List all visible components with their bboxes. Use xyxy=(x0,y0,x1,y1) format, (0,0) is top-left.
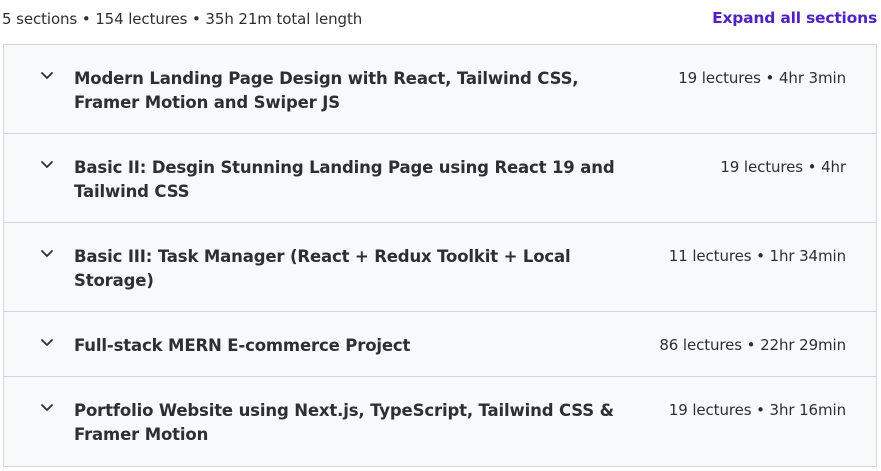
section-title: Modern Landing Page Design with React, T… xyxy=(74,69,579,112)
section-title: Basic III: Task Manager (React + Redux T… xyxy=(74,247,571,290)
chevron-down-icon xyxy=(41,161,53,168)
section-meta: 11 lectures • 1hr 34min xyxy=(668,247,846,265)
chevron-down-icon xyxy=(41,404,53,411)
curriculum-summary-text: 5 sections • 154 lectures • 35h 21m tota… xyxy=(2,10,363,28)
chevron-down-icon xyxy=(41,339,53,346)
section-header[interactable]: Basic II: Desgin Stunning Landing Page u… xyxy=(4,134,876,223)
expand-all-sections-button[interactable]: Expand all sections xyxy=(712,9,877,27)
curriculum-section-list: Modern Landing Page Design with React, T… xyxy=(3,44,877,467)
curriculum-summary-bar: 5 sections • 154 lectures • 35h 21m tota… xyxy=(0,0,881,44)
section-meta: 19 lectures • 4hr 3min xyxy=(678,69,846,87)
section-header[interactable]: Portfolio Website using Next.js, TypeScr… xyxy=(4,377,876,466)
chevron-down-icon xyxy=(41,72,53,79)
section-title: Full-stack MERN E-commerce Project xyxy=(74,336,411,355)
section-meta: 19 lectures • 3hr 16min xyxy=(668,401,846,419)
section-meta: 86 lectures • 22hr 29min xyxy=(659,336,846,354)
section-header[interactable]: Basic III: Task Manager (React + Redux T… xyxy=(4,223,876,312)
section-title: Portfolio Website using Next.js, TypeScr… xyxy=(74,401,614,444)
section-meta: 19 lectures • 4hr xyxy=(720,158,846,176)
section-header[interactable]: Full-stack MERN E-commerce Project 86 le… xyxy=(4,312,876,377)
chevron-down-icon xyxy=(41,250,53,257)
section-header[interactable]: Modern Landing Page Design with React, T… xyxy=(4,45,876,134)
section-title: Basic II: Desgin Stunning Landing Page u… xyxy=(74,158,615,201)
